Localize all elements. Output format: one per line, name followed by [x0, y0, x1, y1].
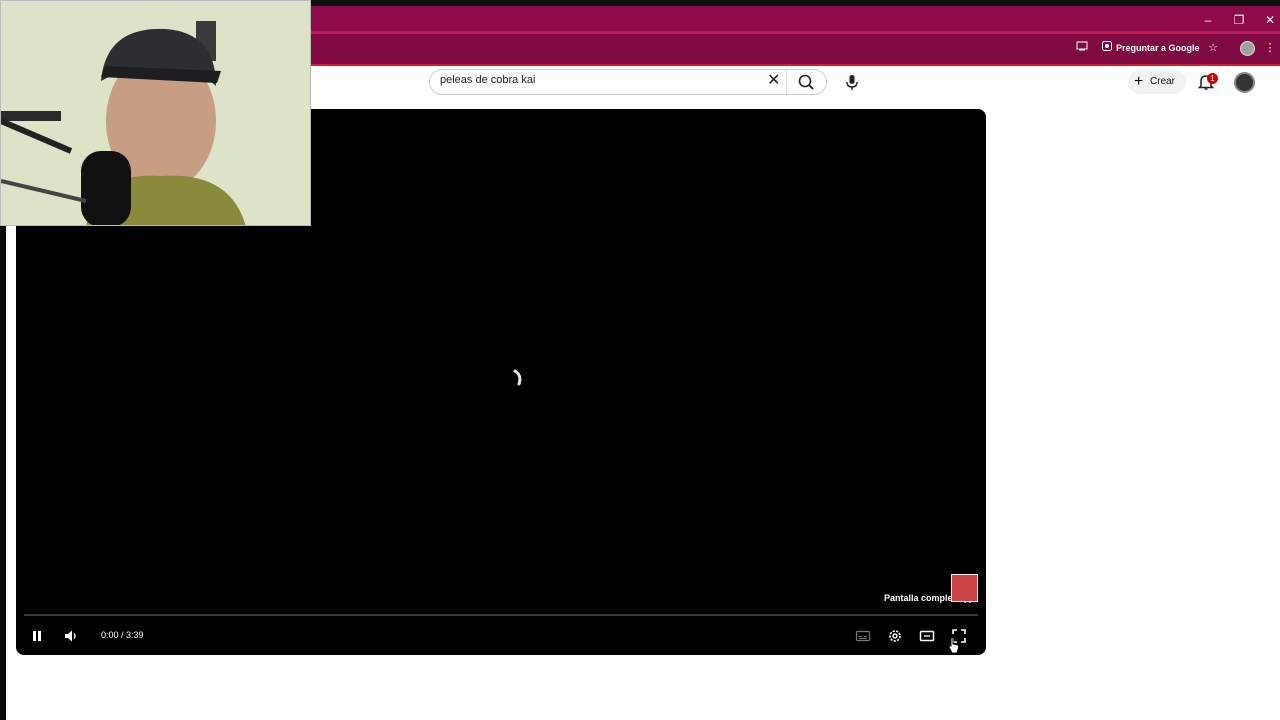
close-icon[interactable]: ✕ — [767, 73, 780, 89]
theater-mode-icon[interactable] — [918, 627, 936, 645]
cast-icon[interactable] — [1074, 40, 1090, 56]
progress-bar[interactable] — [24, 614, 978, 616]
volume-icon[interactable] — [62, 627, 80, 645]
avatar[interactable] — [1234, 72, 1255, 93]
subtitles-icon[interactable] — [854, 627, 872, 645]
search-query-text: peleas de cobra kai — [440, 74, 536, 86]
webcam-overlay — [0, 0, 311, 226]
loading-spinner-icon — [505, 365, 531, 391]
mic-icon[interactable] — [840, 70, 864, 94]
ask-google-button[interactable]: Preguntar a Google — [1116, 40, 1200, 56]
search-divider — [786, 70, 787, 94]
time-display: 0:00 / 3:39 — [101, 630, 144, 640]
video-thumbnail-preview — [951, 574, 978, 602]
mouse-cursor-icon — [947, 636, 961, 654]
minimize-button[interactable]: – — [1198, 12, 1218, 28]
close-window-button[interactable]: ✕ — [1260, 12, 1280, 28]
page-left-edge — [0, 226, 6, 720]
search-icon[interactable] — [796, 73, 818, 91]
pause-icon[interactable] — [28, 627, 46, 645]
browser-menu-icon[interactable]: ⋮ — [1262, 40, 1278, 56]
lens-icon[interactable] — [1099, 40, 1115, 56]
plus-icon: + — [1134, 73, 1144, 90]
bookmark-star-icon[interactable]: ☆ — [1205, 40, 1221, 56]
browser-profile-avatar[interactable] — [1240, 41, 1255, 56]
restore-button[interactable]: ❐ — [1229, 12, 1249, 28]
gear-icon[interactable] — [886, 627, 904, 645]
notification-badge: 1 — [1207, 73, 1218, 84]
